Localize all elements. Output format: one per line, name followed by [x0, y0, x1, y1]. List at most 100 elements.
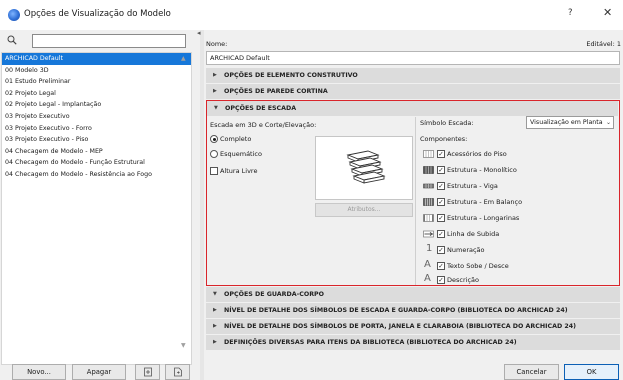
preset-item[interactable]: 03 Projeto Executivo - Forro	[2, 123, 191, 135]
stair-symbol-value: Visualização em Planta	[530, 119, 603, 126]
new-button[interactable]: Novo...	[12, 364, 66, 380]
floor-accessories-icon	[423, 150, 434, 158]
component-label[interactable]: Numeração	[447, 246, 485, 254]
delete-button[interactable]: Apagar	[72, 364, 126, 380]
component-label[interactable]: Linha de Subida	[447, 230, 499, 238]
structure-stringers-icon	[423, 214, 434, 222]
preset-pane: ARCHICAD Default 00 Modelo 3D 01 Estudo …	[0, 30, 200, 380]
new-folder-button[interactable]	[135, 364, 160, 380]
preset-item[interactable]: 02 Projeto Legal	[2, 88, 191, 100]
expand-icon: ▶	[213, 88, 217, 94]
section-title: DEFINIÇÕES DIVERSAS PARA ITENS DA BIBLIO…	[224, 339, 517, 346]
section-curtain-wall-options[interactable]: ▶ OPÇÕES DE PAREDE CORTINA	[206, 84, 620, 99]
name-input[interactable]: ARCHICAD Default	[206, 51, 620, 65]
cancel-button[interactable]: Cancelar	[504, 364, 559, 380]
preset-item[interactable]: 03 Projeto Executivo - Piso	[2, 134, 191, 146]
search-input[interactable]	[32, 34, 186, 48]
close-button[interactable]: ✕	[603, 6, 612, 19]
section-title: OPÇÕES DE PAREDE CORTINA	[224, 88, 328, 95]
import-button[interactable]	[165, 364, 190, 380]
structure-monolithic-icon	[423, 166, 434, 174]
component-checkbox[interactable]: ✓	[437, 214, 445, 222]
component-checkbox[interactable]: ✓	[437, 262, 445, 270]
collapse-icon: ▼	[213, 291, 217, 297]
stair-options-panel: ▼ OPÇÕES DE ESCADA Escada em 3D e Corte/…	[206, 100, 620, 286]
ok-button[interactable]: OK	[564, 364, 619, 380]
structure-cantilever-icon	[423, 198, 434, 206]
name-label: Nome:	[206, 40, 228, 48]
chevron-down-icon: ⌄	[605, 119, 611, 126]
preset-item[interactable]: 02 Projeto Legal - Implantação	[2, 99, 191, 111]
section-stair-options[interactable]: ▼ OPÇÕES DE ESCADA	[207, 101, 618, 116]
preset-item[interactable]: 04 Checagem do Modelo - Resistência ao F…	[2, 169, 191, 181]
settings-pane: Nome: Editável: 1 ARCHICAD Default ▶ OPÇ…	[204, 30, 623, 380]
component-checkbox[interactable]: ✓	[437, 230, 445, 238]
headroom-checkbox[interactable]	[210, 167, 218, 175]
expand-icon: ▶	[213, 307, 217, 313]
stair-symbol-select[interactable]: Visualização em Planta ⌄	[526, 116, 614, 129]
preset-item[interactable]: 04 Checagem do Modelo - Função Estrutura…	[2, 157, 191, 169]
preset-item[interactable]: 00 Modelo 3D	[2, 65, 191, 77]
walking-line-icon	[423, 230, 434, 238]
collapse-arrow-icon[interactable]: ◂	[197, 29, 201, 37]
component-checkbox[interactable]: ✓	[437, 166, 445, 174]
preset-item[interactable]: 03 Projeto Executivo	[2, 111, 191, 123]
component-checkbox[interactable]: ✓	[437, 198, 445, 206]
components-label: Componentes:	[420, 135, 468, 143]
expand-icon: ▶	[213, 339, 217, 345]
component-label[interactable]: Estrutura - Em Balanço	[447, 198, 522, 206]
title-bar: Opções de Visualização do Modelo ? ✕	[0, 0, 623, 30]
section-title: OPÇÕES DE ELEMENTO CONSTRUTIVO	[224, 72, 358, 79]
preset-item-archicad-default[interactable]: ARCHICAD Default	[2, 53, 191, 65]
numbering-icon: 1	[426, 243, 433, 254]
stair-preview-icon	[346, 150, 386, 184]
preset-list[interactable]: ARCHICAD Default 00 Modelo 3D 01 Estudo …	[1, 52, 192, 365]
section-misc-settings[interactable]: ▶ DEFINIÇÕES DIVERSAS PARA ITENS DA BIBL…	[206, 335, 620, 350]
radio-schematic-label[interactable]: Esquemático	[220, 150, 262, 158]
component-label[interactable]: Estrutura - Monolítico	[447, 166, 517, 174]
component-checkbox[interactable]: ✓	[437, 150, 445, 158]
import-icon	[173, 367, 182, 377]
section-element-options[interactable]: ▶ OPÇÕES DE ELEMENTO CONSTRUTIVO	[206, 68, 620, 83]
panel-divider	[415, 117, 416, 285]
stair-preview	[315, 136, 413, 200]
collapse-icon: ▼	[214, 105, 218, 111]
section-door-detail-level[interactable]: ▶ NÍVEL DE DETALHE DOS SÍMBOLOS DE PORTA…	[206, 319, 620, 334]
expand-icon: ▶	[213, 72, 217, 78]
window-title: Opções de Visualização do Modelo	[24, 9, 171, 19]
preset-item[interactable]: 01 Estudo Preliminar	[2, 76, 191, 88]
component-checkbox[interactable]: ✓	[437, 246, 445, 254]
new-folder-icon	[143, 367, 152, 377]
section-railing-options[interactable]: ▼ OPÇÕES DE GUARDA-CORPO	[206, 287, 620, 302]
radio-complete-label[interactable]: Completo	[220, 135, 251, 143]
scroll-down-icon[interactable]: ▼	[181, 342, 186, 349]
app-icon	[8, 9, 20, 21]
component-checkbox[interactable]: ✓	[437, 276, 445, 284]
component-label[interactable]: Acessórios do Piso	[447, 150, 507, 158]
component-label[interactable]: Estrutura - Viga	[447, 182, 498, 190]
section-stair-detail-level[interactable]: ▶ NÍVEL DE DETALHE DOS SÍMBOLOS DE ESCAD…	[206, 303, 620, 318]
attributes-button[interactable]: Atributos...	[315, 203, 413, 217]
description-icon: A	[424, 273, 431, 284]
help-button[interactable]: ?	[568, 8, 573, 18]
expand-icon: ▶	[213, 323, 217, 329]
stair-view-label: Escada em 3D e Corte/Elevação:	[210, 121, 317, 129]
up-down-text-icon: A	[424, 259, 431, 270]
component-checkbox[interactable]: ✓	[437, 182, 445, 190]
preset-item[interactable]: 04 Checagem de Modelo - MEP	[2, 146, 191, 158]
stair-symbol-label: Símbolo Escada:	[420, 119, 474, 127]
radio-schematic[interactable]	[210, 150, 218, 158]
radio-complete[interactable]	[210, 135, 218, 143]
section-title: OPÇÕES DE ESCADA	[225, 105, 297, 112]
component-label[interactable]: Texto Sobe / Desce	[447, 262, 509, 270]
section-title: NÍVEL DE DETALHE DOS SÍMBOLOS DE PORTA, …	[224, 323, 577, 330]
section-title: NÍVEL DE DETALHE DOS SÍMBOLOS DE ESCADA …	[224, 307, 568, 314]
component-label[interactable]: Estrutura - Longarinas	[447, 214, 519, 222]
headroom-label[interactable]: Altura Livre	[220, 167, 257, 175]
structure-beam-icon	[423, 183, 434, 189]
scroll-up-icon[interactable]: ▲	[181, 55, 186, 62]
section-title: OPÇÕES DE GUARDA-CORPO	[224, 291, 325, 298]
component-label[interactable]: Descrição	[447, 276, 479, 284]
editable-count: Editável: 1	[586, 40, 621, 48]
search-icon	[7, 35, 17, 45]
